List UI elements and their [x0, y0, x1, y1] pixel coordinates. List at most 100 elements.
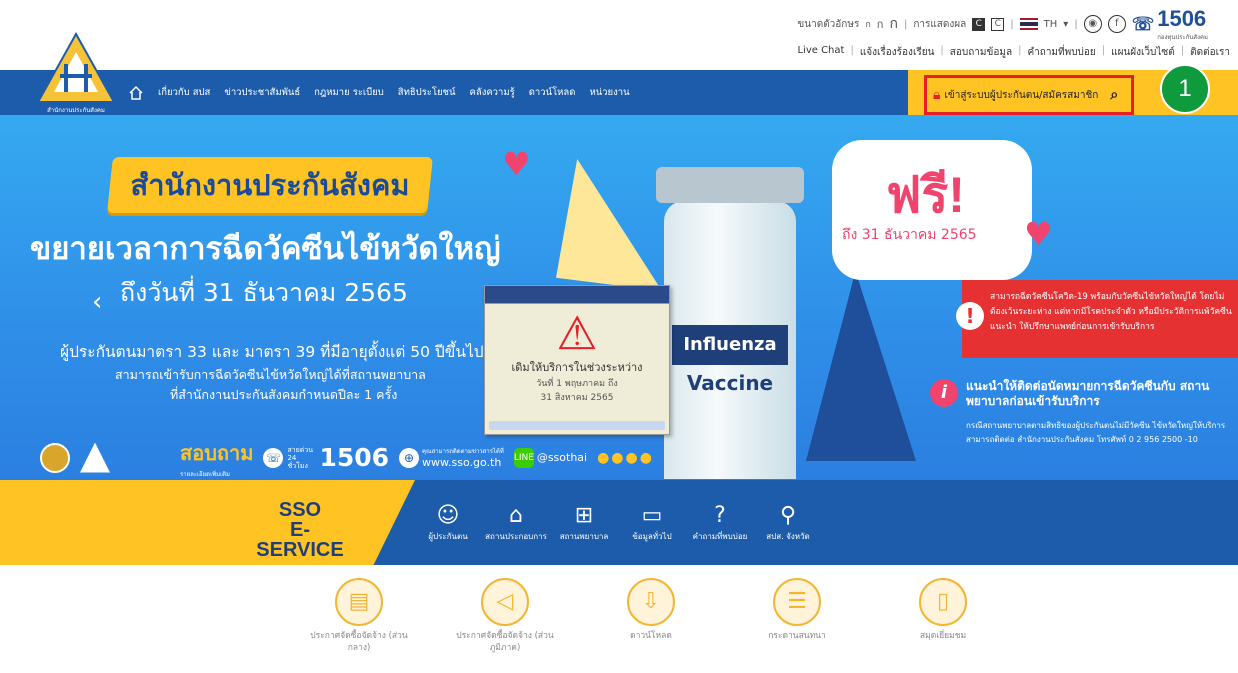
window-illustration: ⚠ เดิมให้บริการในช่วงระหว่าง วันที่ 1 พฤ…: [484, 285, 670, 435]
megaphone-icon: ◁: [481, 578, 529, 626]
sso-logo[interactable]: สำนักงานประกันสังคม: [34, 30, 118, 116]
phone-icon: ☏: [1131, 13, 1155, 34]
carousel-dots[interactable]: ●●●●: [597, 450, 654, 466]
e-service-banner: [0, 480, 415, 565]
phone-icon: ☏: [263, 447, 284, 468]
government-seal-icon: [40, 442, 70, 473]
facebook-icon[interactable]: f: [1107, 15, 1126, 33]
faq-link[interactable]: คำถามที่พบบ่อย: [1027, 45, 1095, 60]
hotline-small: สายด่วน 24 ชั่วโมง: [287, 445, 314, 470]
service-hospital[interactable]: ⊞ สถานพยาบาล: [550, 502, 618, 543]
divider: |: [1180, 45, 1185, 56]
language-select[interactable]: TH: [1044, 19, 1058, 30]
nav-item-knowledge[interactable]: คลังความรู้: [470, 85, 515, 100]
chevron-down-icon: ▾: [1063, 18, 1069, 30]
social-icon[interactable]: ◉: [1083, 15, 1102, 33]
live-chat-link[interactable]: Live Chat: [797, 45, 844, 60]
hotline[interactable]: ☏ 1506 กองทุนประกันสังคม: [1132, 6, 1208, 42]
popup-date-2: 31 สิงหาคม 2565: [540, 393, 614, 403]
hospital-icon: ⊞: [574, 503, 594, 528]
service-province[interactable]: ⚲ สปส. จังหวัด: [754, 502, 822, 543]
quick-link-procurement-regional[interactable]: ◁ ประกาศจัดซื้อจัดจ้าง (ส่วนภูมิภาค): [446, 578, 564, 654]
website-contact[interactable]: ⊕ คุณสามารถติดตามข่าวสารได้ที่ www.sso.go…: [399, 446, 504, 469]
carousel-prev-icon[interactable]: ‹: [92, 287, 102, 317]
hero-eligibility: ผู้ประกันตนมาตรา 33 และ มาตรา 39 ที่มีอา…: [60, 343, 484, 361]
hero-banner[interactable]: สำนักงานประกันสังคม ขยายเวลาการฉีดวัคซีน…: [0, 115, 1238, 480]
info-body: กรณีสถานพยาบาลตามสิทธิของผู้ประกันตนไม่ม…: [966, 421, 1226, 444]
contact-link[interactable]: ติดต่อเรา: [1190, 45, 1230, 60]
sitemap-link[interactable]: แผนผังเว็บไซต์: [1111, 45, 1175, 60]
contact-bar: สอบถาม รายละเอียดเพิ่มเติม ☏ สายด่วน 24 ช…: [0, 435, 710, 480]
hero-title: ขยายเวลาการฉีดวัคซีนไข้หวัดใหญ่: [30, 231, 501, 267]
popup-date-1: วันที่ 1 พฤษภาคม ถึง: [536, 379, 618, 389]
display-label: การแสดงผล: [913, 18, 967, 30]
hotline-contact[interactable]: ☏ สายด่วน 24 ชั่วโมง 1506: [263, 443, 389, 472]
service-faq[interactable]: ? คำถามที่พบบ่อย: [686, 502, 754, 543]
quick-link-procurement-central[interactable]: ▤ ประกาศจัดซื้อจัดจ้าง (ส่วนกลาง): [300, 578, 418, 654]
inquiry-link[interactable]: สอบถามข้อมูล: [950, 45, 1012, 60]
nav-item-law[interactable]: กฎหมาย ระเบียบ: [314, 85, 384, 100]
nav-item-benefits[interactable]: สิทธิประโยชน์: [398, 85, 456, 100]
home-icon[interactable]: [128, 85, 144, 101]
globe-icon: ⊕: [399, 447, 420, 468]
covid-note-text: สามารถฉีดวัคซีนโควิด-19 พร้อมกับวัคซีนไข…: [990, 292, 1232, 332]
free-bubble: ฟรี! ถึง 31 ธันวาคม 2565: [832, 140, 1032, 280]
e-service-menu: ☺ ผู้ประกันตน ⌂ สถานประกอบการ ⊞ สถานพยาบาล …: [414, 502, 822, 543]
free-until: ถึง 31 ธันวาคม 2565: [842, 227, 977, 243]
info-title: แนะนำให้ติดต่อนัดหมายการฉีดวัคซีนกับ สถา…: [966, 379, 1210, 408]
nav-item-news[interactable]: ข่าวประชาสัมพันธ์: [224, 85, 300, 100]
font-size-large[interactable]: ก: [889, 13, 897, 35]
hero-detail-2: ที่สำนักงานประกันสังคมกำหนดปีละ 1 ครั้ง: [170, 387, 398, 402]
nav-item-units[interactable]: หน่วยงาน: [589, 85, 629, 100]
hero-subtitle: ถึงวันที่ 31 ธันวาคม 2565: [120, 278, 408, 307]
font-size-small[interactable]: ก: [865, 17, 870, 31]
nav-item-about[interactable]: เกี่ยวกับ สปส: [158, 85, 210, 100]
font-size-medium[interactable]: ก: [877, 15, 884, 33]
hotline-number: 1506: [319, 443, 390, 472]
search-icon[interactable]: ⌕: [1110, 87, 1118, 103]
logo-caption: สำนักงานประกันสังคม: [47, 107, 105, 114]
utility-links: Live Chat | แจ้งเรื่องร้องเรียน | สอบถามข้…: [797, 45, 1230, 60]
top-bar: ขนาดตัวอักษร ก ก ก | การแสดงผล C C | TH …: [0, 0, 1238, 68]
info-icon: i: [930, 379, 958, 407]
hero-badge: สำนักงานประกันสังคม: [107, 157, 433, 213]
quick-links: ▤ ประกาศจัดซื้อจัดจ้าง (ส่วนกลาง) ◁ ประกาศ…: [300, 578, 1002, 654]
person-icon: ☺: [436, 503, 460, 528]
nav-item-download[interactable]: ดาวน์โหลด: [529, 85, 576, 100]
thai-flag-icon[interactable]: [1019, 18, 1038, 30]
question-icon: ?: [714, 503, 726, 528]
line-contact[interactable]: LINE @ssothai: [513, 447, 587, 468]
service-general-info[interactable]: ▭ ข้อมูลทั่วไป: [618, 502, 686, 543]
bottle-vaccine-text: Vaccine: [686, 371, 774, 395]
divider: |: [1010, 18, 1014, 30]
document-icon: ▤: [335, 578, 383, 626]
building-icon: ⌂: [509, 503, 523, 528]
complaint-link[interactable]: แจ้งเรื่องร้องเรียน: [860, 45, 935, 60]
contrast-normal-button[interactable]: C: [991, 17, 1005, 31]
folder-icon: ▭: [641, 503, 663, 528]
popup-title: เดิมให้บริการในช่วงระหว่าง: [511, 361, 643, 374]
e-service-title: SSO E-SERVICE: [256, 499, 344, 561]
login-register-button[interactable]: 🔒︎ เข้าสู่ระบบผู้ประกันตน/สมัครสมาชิก ⌕: [924, 75, 1134, 115]
font-size-label: ขนาดตัวอักษร: [797, 18, 860, 30]
info-note: i แนะนำให้ติดต่อนัดหมายการฉีดวัคซีนกับ ส…: [930, 379, 1238, 479]
quick-link-guestbook[interactable]: ▯ สมุดเยี่ยมชม: [884, 578, 1002, 654]
exclamation-icon: !: [956, 302, 984, 330]
bottle-label: Influenza: [672, 325, 788, 365]
ask-label: สอบถาม รายละเอียดเพิ่มเติม: [180, 440, 254, 478]
chat-icon: ☰: [773, 578, 821, 626]
contrast-dark-button[interactable]: C: [972, 17, 986, 31]
quick-link-forum[interactable]: ☰ กระดานสนทนา: [738, 578, 856, 654]
warning-icon: ⚠: [556, 306, 598, 360]
heart-icon: ♥: [1024, 215, 1053, 253]
service-employer[interactable]: ⌂ สถานประกอบการ: [482, 502, 550, 543]
popup-scrollbar: [489, 421, 665, 430]
quick-link-download[interactable]: ⇩ ดาวน์โหลด: [592, 578, 710, 654]
service-insured[interactable]: ☺ ผู้ประกันตน: [414, 502, 482, 543]
sso-logo-small-icon: [80, 442, 110, 473]
heart-icon: ♥: [502, 145, 531, 183]
hotline-number: 1506: [1157, 6, 1207, 31]
hero-detail-1: สามารถเข้ารับการฉีดวัคซีนไข้หวัดใหญ่ได้ท…: [115, 367, 426, 382]
divider: |: [903, 18, 908, 30]
line-app-icon: LINE: [513, 447, 534, 468]
